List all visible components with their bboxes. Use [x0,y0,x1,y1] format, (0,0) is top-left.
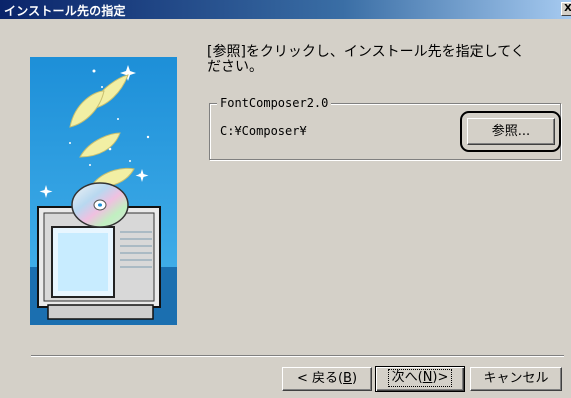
browse-button[interactable]: 参照... [467,118,555,145]
close-button[interactable]: X [561,2,571,16]
instruction-line-2: ださい。 [207,59,263,75]
title-bar: インストール先の指定 X [0,0,571,19]
next-button-prefix: 次へ( [391,370,423,385]
instruction-text: [参照]をクリックし、インストール先を指定してく ださい。 [207,45,552,75]
next-button-focus: 次へ(N)> [387,369,453,387]
cancel-button[interactable]: キャンセル [470,367,562,391]
next-button[interactable]: 次へ(N)> [375,366,465,392]
back-button-key: B [343,371,352,386]
install-path: C:¥Composer¥ [220,124,307,138]
group-label: FontComposer2.0 [217,96,332,110]
next-button-suffix: )> [432,370,449,385]
separator [31,355,564,357]
close-icon: X [564,3,571,14]
computer-cd-feathers-icon [30,57,177,325]
instruction-line-1: [参照]をクリックし、インストール先を指定してく [207,44,525,60]
back-button[interactable]: < 戻る(B) [282,367,372,391]
back-button-prefix: < 戻る( [296,371,344,386]
window-title: インストール先の指定 [4,4,126,18]
back-button-suffix: ) [351,371,358,386]
setup-illustration [30,57,177,325]
next-button-key: N [422,370,433,385]
